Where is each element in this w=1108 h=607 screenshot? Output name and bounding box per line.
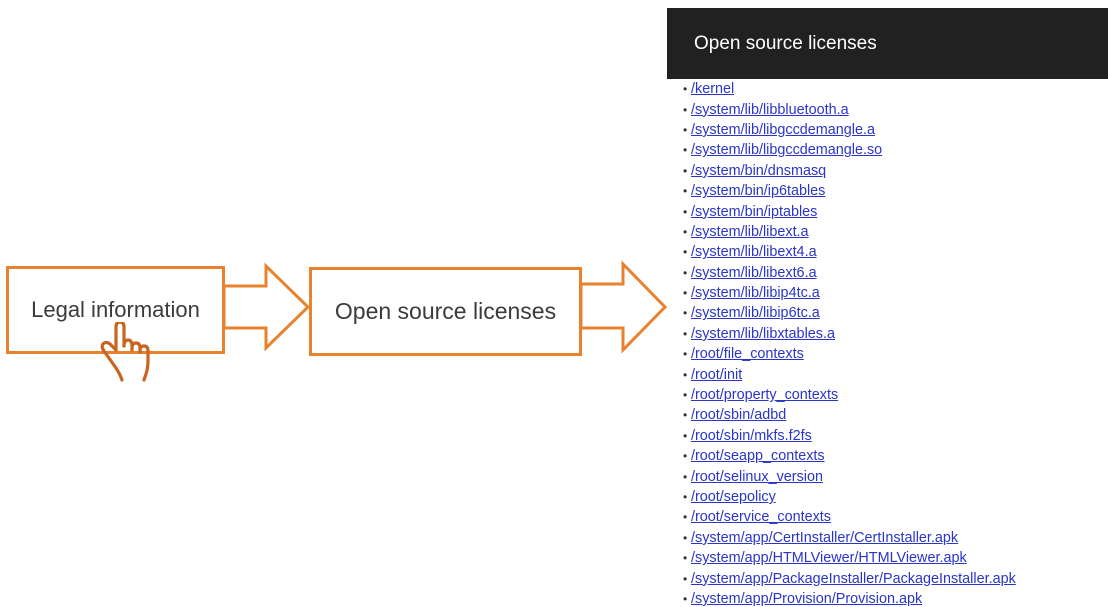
list-item: •/system/lib/libgccdemangle.so xyxy=(667,140,1016,160)
bullet-icon: • xyxy=(683,184,688,199)
license-link[interactable]: /root/property_contexts xyxy=(691,387,838,403)
list-item: •/root/file_contexts xyxy=(667,344,1016,364)
license-link[interactable]: /system/app/CertInstaller/CertInstaller.… xyxy=(691,530,958,546)
bullet-icon: • xyxy=(683,245,688,260)
list-item: •/system/lib/libext4.a xyxy=(667,242,1016,262)
list-item: •/system/lib/libip6tc.a xyxy=(667,303,1016,323)
open-source-licenses-button[interactable]: Open source licenses xyxy=(309,267,582,356)
license-link[interactable]: /root/init xyxy=(691,367,742,383)
license-link[interactable]: /system/lib/libbluetooth.a xyxy=(691,102,849,118)
license-link[interactable]: /system/lib/libext.a xyxy=(691,224,809,240)
bullet-icon: • xyxy=(683,428,688,443)
list-item: •/system/lib/libext6.a xyxy=(667,263,1016,283)
bullet-icon: • xyxy=(683,102,688,117)
list-item: •/system/bin/iptables xyxy=(667,201,1016,221)
bullet-icon: • xyxy=(683,530,688,545)
licenses-screen: Open source licenses •/kernel •/system/li… xyxy=(667,8,1108,607)
list-item: •/root/property_contexts xyxy=(667,385,1016,405)
license-link[interactable]: /system/lib/libxtables.a xyxy=(691,326,835,342)
list-item: •/kernel xyxy=(667,79,1016,99)
bullet-icon: • xyxy=(683,82,688,97)
license-link[interactable]: /system/app/Provision/Provision.apk xyxy=(691,591,922,607)
right-arrow-icon xyxy=(579,260,668,354)
right-arrow-icon xyxy=(222,262,311,352)
license-link[interactable]: /system/bin/dnsmasq xyxy=(691,163,826,179)
bullet-icon: • xyxy=(683,224,688,239)
app-bar: Open source licenses xyxy=(667,8,1108,79)
bullet-icon: • xyxy=(683,204,688,219)
license-link[interactable]: /root/service_contexts xyxy=(691,509,831,525)
bullet-icon: • xyxy=(683,122,688,137)
list-item: •/root/sepolicy xyxy=(667,487,1016,507)
list-item: •/root/selinux_version xyxy=(667,466,1016,486)
list-item: •/system/app/PackageInstaller/PackageIns… xyxy=(667,568,1016,588)
license-link[interactable]: /root/file_contexts xyxy=(691,346,804,362)
license-link[interactable]: /root/selinux_version xyxy=(691,469,823,485)
license-link[interactable]: /system/lib/libip4tc.a xyxy=(691,285,820,301)
license-link[interactable]: /root/sbin/mkfs.f2fs xyxy=(691,428,812,444)
bullet-icon: • xyxy=(683,408,688,423)
license-link[interactable]: /system/lib/libip6tc.a xyxy=(691,305,820,321)
bullet-icon: • xyxy=(683,388,688,403)
list-item: •/system/app/Provision/Provision.apk xyxy=(667,589,1016,607)
bullet-icon: • xyxy=(683,347,688,362)
license-link[interactable]: /system/bin/iptables xyxy=(691,204,817,220)
license-link[interactable]: /system/lib/libext4.a xyxy=(691,244,817,260)
list-item: •/system/lib/libip4tc.a xyxy=(667,283,1016,303)
bullet-icon: • xyxy=(683,326,688,341)
list-item: •/root/seapp_contexts xyxy=(667,446,1016,466)
bullet-icon: • xyxy=(683,469,688,484)
license-link[interactable]: /system/bin/ip6tables xyxy=(691,183,825,199)
bullet-icon: • xyxy=(683,551,688,566)
list-item: •/root/sbin/adbd xyxy=(667,405,1016,425)
list-item: •/system/lib/libgccdemangle.a xyxy=(667,120,1016,140)
license-link[interactable]: /system/app/HTMLViewer/HTMLViewer.apk xyxy=(691,550,967,566)
list-item: •/system/lib/libbluetooth.a xyxy=(667,99,1016,119)
bullet-icon: • xyxy=(683,510,688,525)
list-item: •/root/init xyxy=(667,364,1016,384)
license-link[interactable]: /system/lib/libgccdemangle.a xyxy=(691,122,875,138)
page-title: Open source licenses xyxy=(694,32,877,54)
list-item: •/root/service_contexts xyxy=(667,507,1016,527)
license-list: •/kernel •/system/lib/libbluetooth.a •/sys… xyxy=(667,79,1016,607)
license-link[interactable]: /system/lib/libext6.a xyxy=(691,265,817,281)
bullet-icon: • xyxy=(683,367,688,382)
list-item: •/system/app/HTMLViewer/HTMLViewer.apk xyxy=(667,548,1016,568)
list-item: •/system/bin/ip6tables xyxy=(667,181,1016,201)
license-link[interactable]: /system/lib/libgccdemangle.so xyxy=(691,142,882,158)
list-item: •/system/lib/libext.a xyxy=(667,222,1016,242)
license-link[interactable]: /root/sbin/adbd xyxy=(691,407,786,423)
list-item: •/system/lib/libxtables.a xyxy=(667,324,1016,344)
bullet-icon: • xyxy=(683,163,688,178)
bullet-icon: • xyxy=(683,265,688,280)
license-link[interactable]: /kernel xyxy=(691,81,734,97)
bullet-icon: • xyxy=(683,286,688,301)
list-item: •/system/bin/dnsmasq xyxy=(667,161,1016,181)
license-link[interactable]: /root/seapp_contexts xyxy=(691,448,825,464)
bullet-icon: • xyxy=(683,571,688,586)
open-source-licenses-label: Open source licenses xyxy=(334,298,557,324)
bullet-icon: • xyxy=(683,449,688,464)
list-item: •/root/sbin/mkfs.f2fs xyxy=(667,426,1016,446)
bullet-icon: • xyxy=(683,591,688,606)
license-link[interactable]: /system/app/PackageInstaller/PackageInst… xyxy=(691,571,1016,587)
bullet-icon: • xyxy=(683,306,688,321)
bullet-icon: • xyxy=(683,490,688,504)
legal-information-label: Legal information xyxy=(31,297,200,322)
bullet-icon: • xyxy=(683,143,688,158)
list-item: •/system/app/CertInstaller/CertInstaller… xyxy=(667,528,1016,548)
hand-pointer-icon xyxy=(100,322,150,382)
license-link[interactable]: /root/sepolicy xyxy=(691,489,776,505)
